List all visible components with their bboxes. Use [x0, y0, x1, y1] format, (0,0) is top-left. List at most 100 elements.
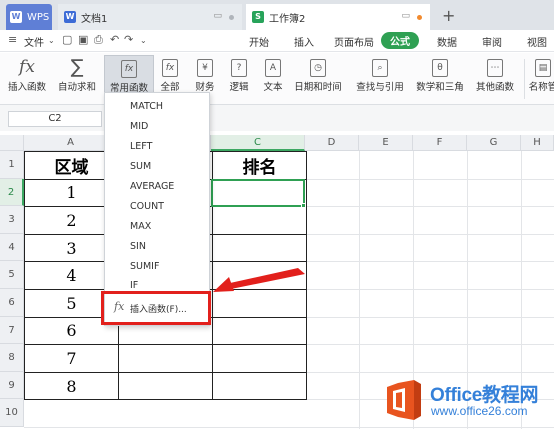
function-item-left[interactable]: LEFT	[130, 141, 152, 152]
menu-formulas[interactable]: 公式	[381, 32, 419, 49]
autosum-button[interactable]: ∑ 自动求和	[52, 55, 102, 99]
hamburger-menu-icon[interactable]: ≡	[8, 33, 17, 46]
undo-icon[interactable]: ↶	[110, 33, 119, 46]
theta-icon: θ	[432, 59, 448, 77]
clock-icon: ◷	[310, 59, 326, 77]
lookup-button[interactable]: ⌕ 查找与引用	[350, 55, 410, 99]
select-all-corner[interactable]	[0, 135, 24, 151]
customize-chevron-icon[interactable]: ⌄	[140, 36, 147, 45]
formula-bar: C2	[0, 105, 554, 131]
math-button[interactable]: θ 数学和三角	[412, 55, 468, 99]
function-item-if[interactable]: IF	[130, 280, 138, 291]
name-box[interactable]: C2	[8, 111, 102, 127]
yen-icon: ¥	[197, 59, 213, 77]
monitor-icon[interactable]: ▭	[213, 11, 222, 21]
document-icon: W	[64, 11, 76, 23]
row-header-3[interactable]: 3	[0, 206, 24, 234]
cell-a8[interactable]: 7	[24, 344, 119, 373]
unsaved-dot-icon[interactable]	[417, 15, 422, 20]
name-manager-button[interactable]: ▤ 名称管	[528, 55, 554, 99]
cell-b9[interactable]	[118, 371, 213, 401]
menu-start[interactable]: 开始	[249, 34, 269, 49]
column-header-d[interactable]: D	[305, 135, 359, 151]
cell-c6[interactable]	[212, 288, 307, 318]
table-row: 7	[24, 344, 307, 373]
menu-review[interactable]: 审阅	[482, 34, 502, 49]
tab-document[interactable]: W 文档1 ▭	[58, 4, 242, 30]
annotation-highlight-box	[101, 291, 211, 325]
table-row: 8	[24, 371, 307, 401]
cell-a9[interactable]: 8	[24, 371, 119, 401]
cell-b8[interactable]	[118, 344, 213, 373]
new-tab-plus-icon[interactable]: +	[442, 6, 455, 25]
fx-icon: fx	[19, 57, 35, 77]
cell-c7[interactable]	[212, 316, 307, 346]
title-bar: W WPS W 文档1 ▭ S 工作簿2 ▭ +	[0, 0, 554, 30]
common-functions-icon: fx	[121, 60, 137, 78]
function-item-sumif[interactable]: SUMIF	[130, 261, 159, 272]
cell-c9[interactable]	[212, 371, 307, 401]
row-header-2[interactable]: 2	[0, 178, 24, 207]
menu-insert[interactable]: 插入	[294, 34, 314, 49]
fill-handle[interactable]	[301, 203, 306, 208]
function-item-count[interactable]: COUNT	[130, 201, 164, 212]
column-header-c[interactable]: C	[211, 135, 305, 151]
function-item-average[interactable]: AVERAGE	[130, 181, 174, 192]
tab-wps[interactable]: W WPS	[6, 4, 52, 30]
close-dot-icon[interactable]	[229, 15, 234, 20]
cell-c4[interactable]	[212, 233, 307, 263]
column-header-g[interactable]: G	[467, 135, 521, 151]
column-header-h[interactable]: H	[521, 135, 554, 151]
row-header-7[interactable]: 7	[0, 316, 24, 345]
active-cell-selection[interactable]	[211, 179, 305, 207]
name-manager-label: 名称管	[528, 82, 554, 93]
column-header-f[interactable]: F	[413, 135, 467, 151]
row-header-5[interactable]: 5	[0, 261, 24, 289]
save-icon[interactable]: ▣	[78, 33, 88, 46]
menu-view[interactable]: 视图	[527, 34, 547, 49]
lookup-label: 查找与引用	[356, 82, 404, 93]
monitor-icon[interactable]: ▭	[401, 11, 410, 21]
function-item-sin[interactable]: SIN	[130, 241, 146, 252]
tab-workbook[interactable]: S 工作簿2 ▭	[246, 4, 430, 30]
menu-data[interactable]: 数据	[437, 34, 457, 49]
insert-function-button[interactable]: fx 插入函数	[4, 55, 50, 99]
datetime-button[interactable]: ◷ 日期和时间	[290, 55, 346, 99]
other-functions-icon: ⋯	[487, 59, 503, 77]
cell-c3[interactable]	[212, 206, 307, 235]
open-folder-icon[interactable]: ▢	[62, 33, 72, 46]
cell-c8[interactable]	[212, 344, 307, 373]
row-header-6[interactable]: 6	[0, 289, 24, 317]
insert-function-label: 插入函数	[7, 82, 46, 93]
datetime-label: 日期和时间	[294, 82, 342, 93]
text-button[interactable]: A 文本	[256, 55, 290, 99]
tab-wps-label: WPS	[27, 11, 50, 23]
menu-file[interactable]: 文件	[24, 34, 44, 49]
menu-bar: ≡ 文件 ⌄ ▢ ▣ ⎙ ↶ ↷ ⌄ 开始 插入 页面布局 公式 数据 审阅 视…	[0, 30, 554, 52]
cell-c1[interactable]: 排名	[212, 151, 307, 180]
function-item-sum[interactable]: SUM	[130, 161, 151, 172]
row-header-4[interactable]: 4	[0, 233, 24, 262]
logic-button[interactable]: ? 逻辑	[222, 55, 256, 99]
other-functions-button[interactable]: ⋯ 其他函数	[470, 55, 520, 99]
name-manager-icon: ▤	[535, 59, 551, 77]
autosum-label: 自动求和	[57, 82, 96, 93]
row-header-8[interactable]: 8	[0, 344, 24, 372]
function-item-match[interactable]: MATCH	[130, 101, 163, 112]
watermark-title: Office教程网	[430, 385, 539, 406]
cell-c5[interactable]	[212, 261, 307, 290]
all-functions-icon: fx	[162, 59, 178, 77]
row-header-10[interactable]: 10	[0, 399, 24, 427]
chevron-down-icon[interactable]: ⌄	[48, 36, 55, 45]
column-header-e[interactable]: E	[359, 135, 413, 151]
redo-icon[interactable]: ↷	[124, 33, 133, 46]
menu-page-layout[interactable]: 页面布局	[334, 34, 374, 49]
text-label: 文本	[263, 82, 283, 93]
function-item-mid[interactable]: MID	[130, 121, 148, 132]
spreadsheet-icon: S	[252, 11, 264, 23]
sigma-icon: ∑	[70, 56, 84, 78]
function-item-max[interactable]: MAX	[130, 221, 151, 232]
row-header-1[interactable]: 1	[0, 151, 24, 179]
print-icon[interactable]: ⎙	[94, 33, 103, 47]
row-header-9[interactable]: 9	[0, 371, 24, 400]
